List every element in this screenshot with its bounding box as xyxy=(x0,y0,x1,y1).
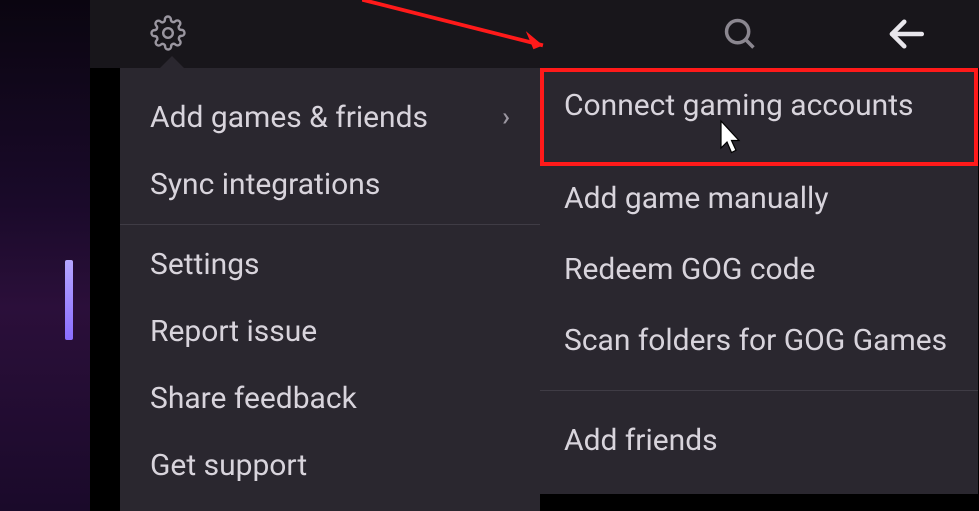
background-strip xyxy=(0,0,90,511)
menu-item-add-games-friends[interactable]: Add games & friends › xyxy=(120,84,540,151)
chevron-right-icon: › xyxy=(502,101,510,135)
menu-item-label: Get support xyxy=(150,446,307,485)
submenu-item-connect-gaming-accounts[interactable]: Connect gaming accounts xyxy=(540,70,978,141)
menu-item-label: Scan folders for GOG Games xyxy=(564,321,947,360)
submenu-item-scan-folders[interactable]: Scan folders for GOG Games xyxy=(540,305,978,376)
menu-item-label: Settings xyxy=(150,245,260,284)
topbar xyxy=(90,0,979,68)
menu-item-share-feedback[interactable]: Share feedback xyxy=(120,365,540,432)
gear-icon xyxy=(150,15,186,51)
menu-item-get-support[interactable]: Get support xyxy=(120,432,540,499)
submenu-separator xyxy=(540,390,978,391)
menu-item-label: Add friends xyxy=(564,421,718,460)
submenu-item-redeem-gog-code[interactable]: Redeem GOG code xyxy=(540,234,978,305)
menu-item-label: Connect gaming accounts xyxy=(564,86,914,125)
sidebar-accent-bar xyxy=(65,260,73,340)
menu-item-label: Sync integrations xyxy=(150,165,380,204)
menu-item-label: Add game manually xyxy=(564,179,829,218)
menu-item-label: Redeem GOG code xyxy=(564,250,815,289)
settings-menu: Add games & friends › Sync integrations … xyxy=(120,68,540,511)
search-icon xyxy=(721,15,759,53)
menu-item-report-issue[interactable]: Report issue xyxy=(120,298,540,365)
menu-item-sync-integrations[interactable]: Sync integrations xyxy=(120,151,540,218)
menu-separator xyxy=(120,224,540,225)
search-button[interactable] xyxy=(717,11,763,57)
submenu-item-add-game-manually[interactable]: Add game manually xyxy=(540,163,978,234)
menu-item-label: Share feedback xyxy=(150,379,357,418)
settings-gear-button[interactable] xyxy=(145,10,191,56)
back-button[interactable] xyxy=(883,11,929,57)
menu-item-label: Add games & friends xyxy=(150,98,428,137)
back-arrow-icon xyxy=(885,13,927,55)
menu-item-settings[interactable]: Settings xyxy=(120,231,540,298)
submenu-item-add-friends[interactable]: Add friends xyxy=(540,405,978,476)
add-games-friends-submenu: Connect gaming accounts Add game manuall… xyxy=(540,70,978,494)
menu-item-label: Report issue xyxy=(150,312,317,351)
